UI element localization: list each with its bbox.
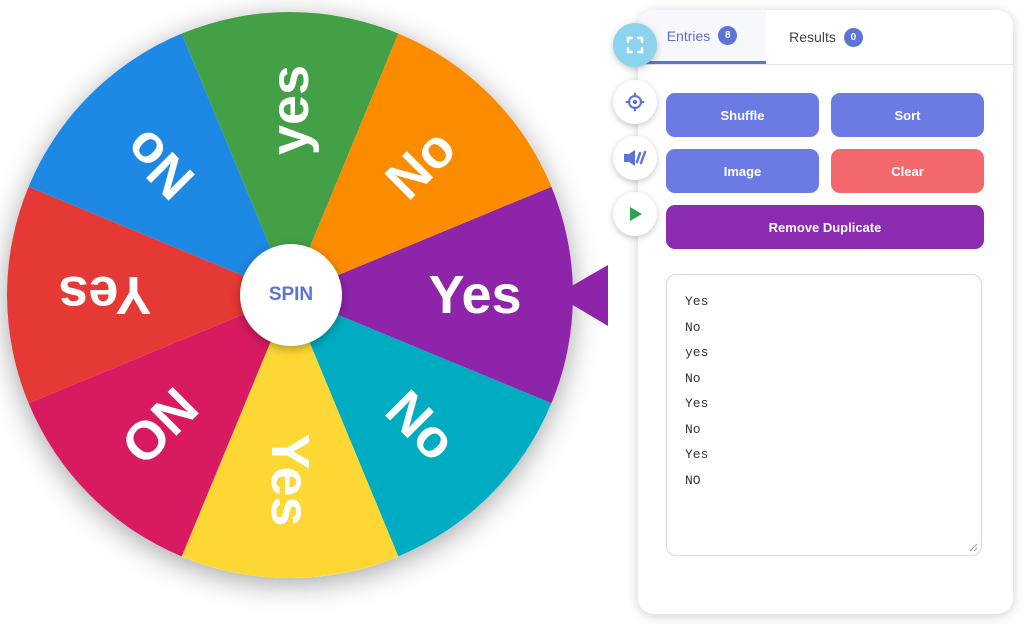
spin-button[interactable]: SPIN (240, 244, 342, 346)
sort-button[interactable]: Sort (831, 93, 984, 137)
image-button[interactable]: Image (666, 149, 819, 193)
entry-line: Yes (685, 447, 709, 462)
entry-line: yes (685, 345, 709, 360)
wheel-segment-label: Yes (428, 265, 521, 325)
settings-gear-icon (625, 92, 645, 112)
spin-wheel-area: Yes No Yes NO Yes No yes No SPIN (0, 0, 620, 624)
entries-panel: Entries 8 Results 0 Shuffle Sort Image C… (638, 10, 1013, 614)
entry-line: No (685, 421, 701, 437)
entries-count-badge: 8 (718, 26, 738, 45)
tab-results[interactable]: Results 0 (766, 10, 886, 64)
results-count-badge: 0 (843, 27, 863, 47)
share-button[interactable] (613, 136, 657, 180)
play-button[interactable] (613, 192, 657, 236)
panel-tabs: Entries 8 Results 0 (638, 10, 1013, 65)
tab-results-label: Results (789, 29, 836, 45)
wheel-segment-label: Yes (58, 265, 151, 325)
entry-line: Yes (685, 294, 709, 309)
tab-entries-label: Entries (666, 27, 711, 44)
wheel-segment-label: yes (260, 65, 320, 155)
entry-line: No (685, 319, 701, 335)
entry-line: Yes (685, 396, 709, 411)
fullscreen-icon (626, 36, 644, 54)
entries-textarea[interactable]: Yes No yes No Yes No Yes NO (666, 274, 982, 556)
resize-handle-icon[interactable] (968, 542, 978, 552)
settings-button[interactable] (613, 80, 657, 124)
tab-entries[interactable]: Entries 8 (638, 10, 766, 64)
share-icon (624, 150, 647, 166)
shuffle-button[interactable]: Shuffle (666, 93, 819, 137)
remove-duplicate-button[interactable]: Remove Duplicate (666, 205, 984, 249)
play-icon (630, 207, 642, 221)
entry-line: NO (685, 472, 701, 488)
clear-button[interactable]: Clear (831, 149, 984, 193)
wheel-segment-label: Yes (260, 433, 320, 526)
entry-line: No (685, 370, 701, 386)
fullscreen-button[interactable] (613, 23, 657, 67)
